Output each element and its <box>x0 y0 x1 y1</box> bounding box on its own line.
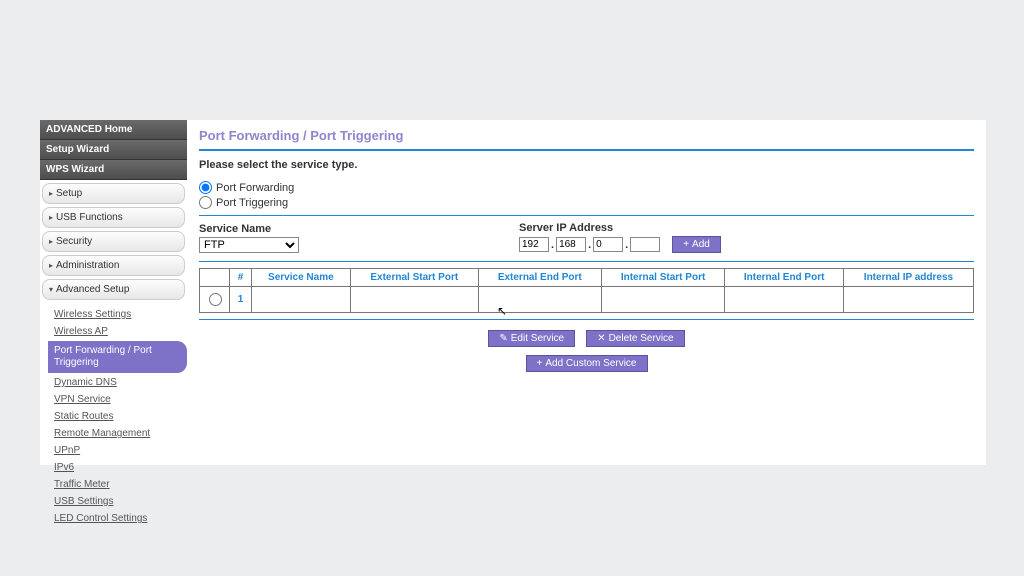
delete-service-label: Delete Service <box>609 333 674 344</box>
row-int-end-port <box>725 287 844 313</box>
sidebar-item-upnp[interactable]: UPnP <box>50 443 187 458</box>
nav-setup-wizard[interactable]: Setup Wizard <box>40 140 187 160</box>
add-button-label: Add <box>692 239 710 250</box>
divider <box>199 261 974 262</box>
ip-dot: . <box>551 239 554 251</box>
delete-service-button[interactable]: ✕ Delete Service <box>586 330 684 347</box>
col-number: # <box>230 269 252 287</box>
main-content: Port Forwarding / Port Triggering Please… <box>187 120 986 465</box>
edit-service-button[interactable]: ✎ Edit Service <box>488 330 575 347</box>
ip-octet-3[interactable] <box>593 237 623 252</box>
sidebar-item-static-routes[interactable]: Static Routes <box>50 409 187 424</box>
ip-octet-4[interactable] <box>630 237 660 252</box>
ip-octet-2[interactable] <box>556 237 586 252</box>
col-ext-start-port: External Start Port <box>350 269 478 287</box>
sidebar-item-wireless-ap[interactable]: Wireless AP <box>50 324 187 339</box>
nav-usb-functions[interactable]: USB Functions <box>42 207 185 228</box>
nav-advanced-setup[interactable]: Advanced Setup <box>42 279 185 300</box>
sidebar-item-dynamic-dns[interactable]: Dynamic DNS <box>50 375 187 390</box>
col-int-ip: Internal IP address <box>843 269 973 287</box>
col-service-name: Service Name <box>252 269 351 287</box>
row-ext-end-port <box>478 287 601 313</box>
radio-port-forwarding[interactable] <box>199 181 212 194</box>
ip-dot: . <box>625 239 628 251</box>
col-int-start-port: Internal Start Port <box>601 269 725 287</box>
nav-wps-wizard[interactable]: WPS Wizard <box>40 160 187 180</box>
divider <box>199 215 974 216</box>
divider <box>199 319 974 320</box>
row-select-radio[interactable] <box>209 293 222 306</box>
add-custom-service-label: Add Custom Service <box>545 358 636 369</box>
col-ext-end-port: External End Port <box>478 269 601 287</box>
row-number: 1 <box>230 287 252 313</box>
sidebar-item-ipv6[interactable]: IPv6 <box>50 460 187 475</box>
page-title: Port Forwarding / Port Triggering <box>199 128 974 143</box>
row-ext-start-port <box>350 287 478 313</box>
sidebar-item-vpn-service[interactable]: VPN Service <box>50 392 187 407</box>
sidebar-item-led-control[interactable]: LED Control Settings <box>50 511 187 526</box>
sidebar: ADVANCED Home Setup Wizard WPS Wizard Se… <box>40 120 187 465</box>
radio-port-triggering-label: Port Triggering <box>216 197 288 209</box>
sidebar-item-port-forwarding[interactable]: Port Forwarding / Port Triggering <box>48 341 187 373</box>
ip-octet-1[interactable] <box>519 237 549 252</box>
col-int-end-port: Internal End Port <box>725 269 844 287</box>
plus-icon: + <box>537 359 543 369</box>
nav-setup[interactable]: Setup <box>42 183 185 204</box>
sidebar-item-usb-settings[interactable]: USB Settings <box>50 494 187 509</box>
row-int-start-port <box>601 287 725 313</box>
nav-administration[interactable]: Administration <box>42 255 185 276</box>
instruction-text: Please select the service type. <box>199 159 974 171</box>
advanced-setup-subitems: Wireless Settings Wireless AP Port Forwa… <box>40 303 187 526</box>
plus-icon: + <box>683 240 689 250</box>
service-name-select[interactable]: FTP <box>199 237 299 253</box>
sidebar-item-remote-management[interactable]: Remote Management <box>50 426 187 441</box>
server-ip-label: Server IP Address <box>519 222 721 234</box>
add-button[interactable]: + Add <box>672 236 721 253</box>
table-row: 1 <box>200 287 974 313</box>
service-name-label: Service Name <box>199 223 299 235</box>
radio-port-forwarding-label: Port Forwarding <box>216 182 294 194</box>
row-int-ip <box>843 287 973 313</box>
nav-advanced-home[interactable]: ADVANCED Home <box>40 120 187 140</box>
sidebar-item-traffic-meter[interactable]: Traffic Meter <box>50 477 187 492</box>
sidebar-item-wireless-settings[interactable]: Wireless Settings <box>50 307 187 322</box>
services-table: # Service Name External Start Port Exter… <box>199 268 974 313</box>
edit-service-label: Edit Service <box>511 333 564 344</box>
ip-dot: . <box>588 239 591 251</box>
row-service-name <box>252 287 351 313</box>
nav-security[interactable]: Security <box>42 231 185 252</box>
x-icon: ✕ <box>597 334 605 344</box>
radio-port-triggering[interactable] <box>199 196 212 209</box>
add-custom-service-button[interactable]: + Add Custom Service <box>526 355 648 372</box>
col-select <box>200 269 230 287</box>
pencil-icon: ✎ <box>499 334 507 344</box>
divider <box>199 149 974 151</box>
